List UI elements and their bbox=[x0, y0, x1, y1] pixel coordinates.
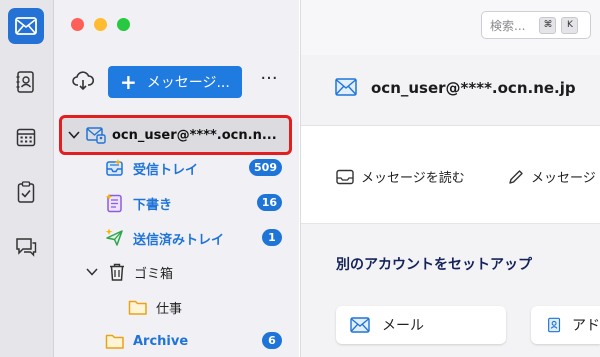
setup-address-book-button[interactable]: アド bbox=[531, 306, 600, 344]
close-window-button[interactable] bbox=[71, 18, 84, 31]
unread-badge: 16 bbox=[256, 194, 282, 211]
mail-icon bbox=[335, 78, 357, 96]
address-book-icon bbox=[16, 71, 34, 93]
folder-inbox[interactable]: 受信トレイ 509 bbox=[105, 153, 290, 183]
command-key-icon: ⌘ bbox=[539, 16, 557, 34]
setup-title: 別のアカウントをセットアップ bbox=[336, 257, 532, 273]
folder-work[interactable]: 仕事 bbox=[128, 292, 290, 322]
folder-name: 仕事 bbox=[156, 301, 183, 317]
folder-name: 受信トレイ bbox=[133, 162, 199, 178]
account-title: ocn_user@****.ocn.ne.jp bbox=[371, 79, 576, 97]
address-book-space-button[interactable] bbox=[8, 64, 44, 100]
search-placeholder: 検索... bbox=[490, 18, 526, 33]
setup-mail-button[interactable]: メール bbox=[336, 306, 506, 344]
address-book-icon bbox=[548, 317, 561, 333]
cloud-download-icon bbox=[72, 71, 94, 91]
spaces-toolbar bbox=[0, 0, 54, 357]
shortcut-key: K bbox=[561, 16, 579, 34]
account-mail-icon bbox=[86, 127, 106, 144]
folder-name: Archive bbox=[133, 333, 189, 349]
sent-icon bbox=[105, 228, 123, 246]
chat-space-button[interactable] bbox=[8, 229, 44, 265]
folder-archive[interactable]: Archive 6 bbox=[105, 326, 290, 356]
trash-icon bbox=[110, 263, 124, 281]
calendar-icon bbox=[16, 128, 36, 147]
drafts-icon bbox=[105, 193, 122, 213]
account-row[interactable]: ocn_user@****.ocn.n... bbox=[59, 115, 292, 155]
archive-folder-icon bbox=[105, 334, 124, 349]
calendar-space-button[interactable] bbox=[8, 119, 44, 155]
folder-name: ゴミ箱 bbox=[134, 266, 174, 282]
read-messages-button[interactable]: メッセージを読む bbox=[336, 167, 465, 186]
folder-sent[interactable]: 送信済みトレイ 1 bbox=[105, 223, 290, 253]
plus-icon: + bbox=[120, 70, 137, 94]
pencil-icon bbox=[509, 169, 523, 184]
compose-message-button[interactable]: メッセージ bbox=[508, 167, 596, 186]
new-message-label: メッセージ... bbox=[146, 75, 230, 91]
read-messages-label: メッセージを読む bbox=[361, 171, 465, 186]
setup-mail-label: メール bbox=[382, 318, 424, 334]
folder-icon bbox=[128, 300, 147, 315]
unread-badge: 509 bbox=[249, 159, 282, 176]
setup-address-book-label: アド bbox=[572, 318, 600, 334]
folder-name: 送信済みトレイ bbox=[133, 232, 225, 248]
zoom-window-button[interactable] bbox=[117, 18, 130, 31]
folder-drafts[interactable]: 下書き 16 bbox=[105, 188, 290, 218]
mail-space-button[interactable] bbox=[8, 8, 44, 44]
unread-badge: 6 bbox=[262, 332, 282, 349]
tasks-space-button[interactable] bbox=[8, 174, 44, 210]
account-name: ocn_user@****.ocn.n... bbox=[112, 127, 277, 143]
folder-pane-menu-button[interactable]: ··· bbox=[256, 70, 282, 94]
mail-icon bbox=[350, 317, 370, 333]
new-message-button[interactable]: + メッセージ... bbox=[108, 66, 242, 98]
mail-icon bbox=[15, 17, 37, 35]
folder-trash[interactable]: ゴミ箱 bbox=[86, 257, 290, 287]
folder-name: 下書き bbox=[133, 197, 173, 213]
read-mail-icon bbox=[336, 169, 354, 184]
chevron-down-icon bbox=[68, 128, 86, 143]
minimize-window-button[interactable] bbox=[94, 18, 107, 31]
unread-badge: 1 bbox=[262, 229, 282, 246]
inbox-icon bbox=[106, 159, 123, 176]
get-messages-button[interactable] bbox=[66, 66, 100, 96]
compose-message-label: メッセージ bbox=[531, 171, 596, 186]
search-input[interactable]: 検索... ⌘ K bbox=[481, 11, 591, 39]
chevron-down-icon[interactable] bbox=[86, 268, 102, 276]
tasks-icon bbox=[17, 181, 35, 203]
chat-icon bbox=[16, 238, 37, 257]
